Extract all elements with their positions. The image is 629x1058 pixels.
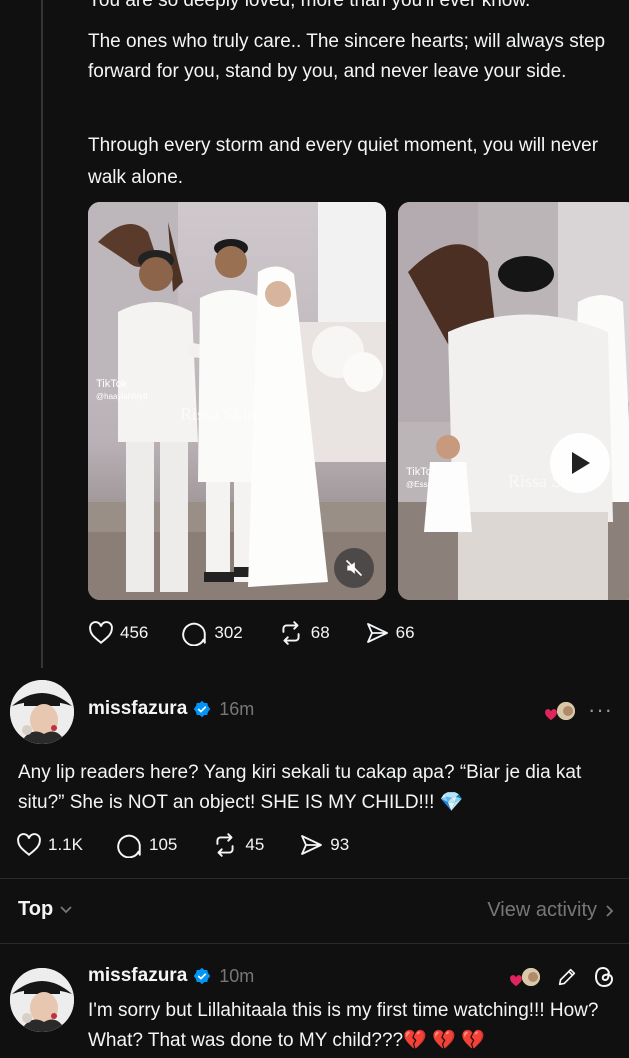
repost-count: 45 bbox=[245, 835, 265, 854]
repost-button[interactable]: 68 bbox=[277, 620, 330, 646]
post-actions: 456 302 68 66 bbox=[88, 620, 449, 646]
share-button[interactable]: 66 bbox=[364, 621, 415, 645]
video-thumbnail-2[interactable]: TikTok @Essayamtiyaz Rissa Skin bbox=[398, 202, 629, 600]
liked-by-avatar bbox=[555, 700, 577, 722]
play-button[interactable] bbox=[550, 433, 610, 493]
comment-icon bbox=[117, 834, 141, 858]
speaker-muted-icon bbox=[345, 559, 363, 577]
reply-count: 105 bbox=[148, 835, 178, 854]
chevron-down-icon bbox=[60, 905, 72, 913]
heart-icon bbox=[17, 833, 41, 857]
like-count: 1.1K bbox=[48, 835, 83, 854]
thread-line bbox=[41, 0, 43, 668]
repost-button[interactable]: 45 bbox=[211, 832, 264, 858]
share-button[interactable]: 93 bbox=[298, 833, 349, 857]
verified-badge-icon bbox=[194, 700, 211, 718]
video-thumbnail-1[interactable]: TikTok @haaylahhrytl Rissa Skin bbox=[88, 202, 386, 600]
username[interactable]: missfazura bbox=[88, 965, 187, 987]
sort-label: Top bbox=[18, 898, 54, 920]
reply-count: 302 bbox=[214, 623, 243, 642]
post-time: 16m bbox=[219, 698, 255, 719]
post-actions: 1.1K 105 45 93 bbox=[16, 832, 383, 858]
view-activity-link[interactable]: View activity bbox=[487, 899, 615, 922]
edit-pencil-icon[interactable] bbox=[556, 966, 578, 988]
tiktok-watermark: TikTok bbox=[96, 378, 128, 390]
post-paragraph-2: Through every storm and every quiet mome… bbox=[88, 135, 599, 188]
reply-time: 10m bbox=[219, 965, 255, 986]
more-options-button[interactable]: ··· bbox=[588, 697, 613, 723]
liked-by-avatar bbox=[520, 966, 542, 988]
mute-button[interactable] bbox=[334, 548, 374, 588]
divider bbox=[0, 943, 629, 944]
repost-icon bbox=[216, 833, 234, 857]
post-text: Any lip readers here? Yang kiri sekali t… bbox=[18, 762, 582, 813]
repost-icon bbox=[282, 621, 300, 645]
send-icon bbox=[301, 835, 323, 855]
chevron-right-icon bbox=[606, 904, 614, 917]
comment-icon bbox=[182, 622, 207, 646]
like-button[interactable]: 456 bbox=[88, 621, 148, 645]
post-header: missfazura 16m bbox=[88, 698, 254, 720]
verified-badge-icon bbox=[194, 967, 211, 985]
like-button[interactable]: 1.1K bbox=[16, 833, 83, 857]
brand-overlay-text: Rissa Skin bbox=[180, 404, 257, 424]
tiktok-watermark: TikTok bbox=[406, 466, 438, 478]
play-icon bbox=[572, 452, 590, 474]
avatar[interactable] bbox=[10, 680, 74, 744]
like-count: 456 bbox=[120, 623, 149, 642]
tiktok-user-watermark: @haaylahhrytl bbox=[96, 392, 147, 401]
tiktok-user-watermark: @Essayamtiyaz bbox=[406, 480, 463, 489]
username[interactable]: missfazura bbox=[88, 698, 187, 720]
reply-header: missfazura 10m bbox=[88, 965, 254, 987]
post-paragraph-1: The ones who truly care.. The sincere he… bbox=[88, 31, 606, 82]
view-activity-label: View activity bbox=[487, 899, 597, 921]
reply-text: I'm sorry but Lillahitaala this is my fi… bbox=[88, 1000, 599, 1051]
threads-logo-icon[interactable] bbox=[592, 965, 616, 989]
heart-badge-icon bbox=[545, 709, 557, 721]
sort-dropdown[interactable]: Top bbox=[18, 898, 73, 921]
repost-count: 68 bbox=[310, 623, 330, 642]
send-icon bbox=[366, 623, 388, 643]
heart-icon bbox=[89, 621, 113, 645]
heart-badge-icon bbox=[510, 975, 522, 987]
share-count: 66 bbox=[395, 623, 415, 642]
reply-button[interactable]: 302 bbox=[182, 620, 243, 646]
share-count: 93 bbox=[330, 835, 350, 854]
divider bbox=[0, 878, 629, 879]
reply-button[interactable]: 105 bbox=[117, 832, 177, 858]
post-text-cut-line: You are so deeply loved, more than you'l… bbox=[88, 0, 531, 11]
avatar[interactable] bbox=[10, 968, 74, 1032]
